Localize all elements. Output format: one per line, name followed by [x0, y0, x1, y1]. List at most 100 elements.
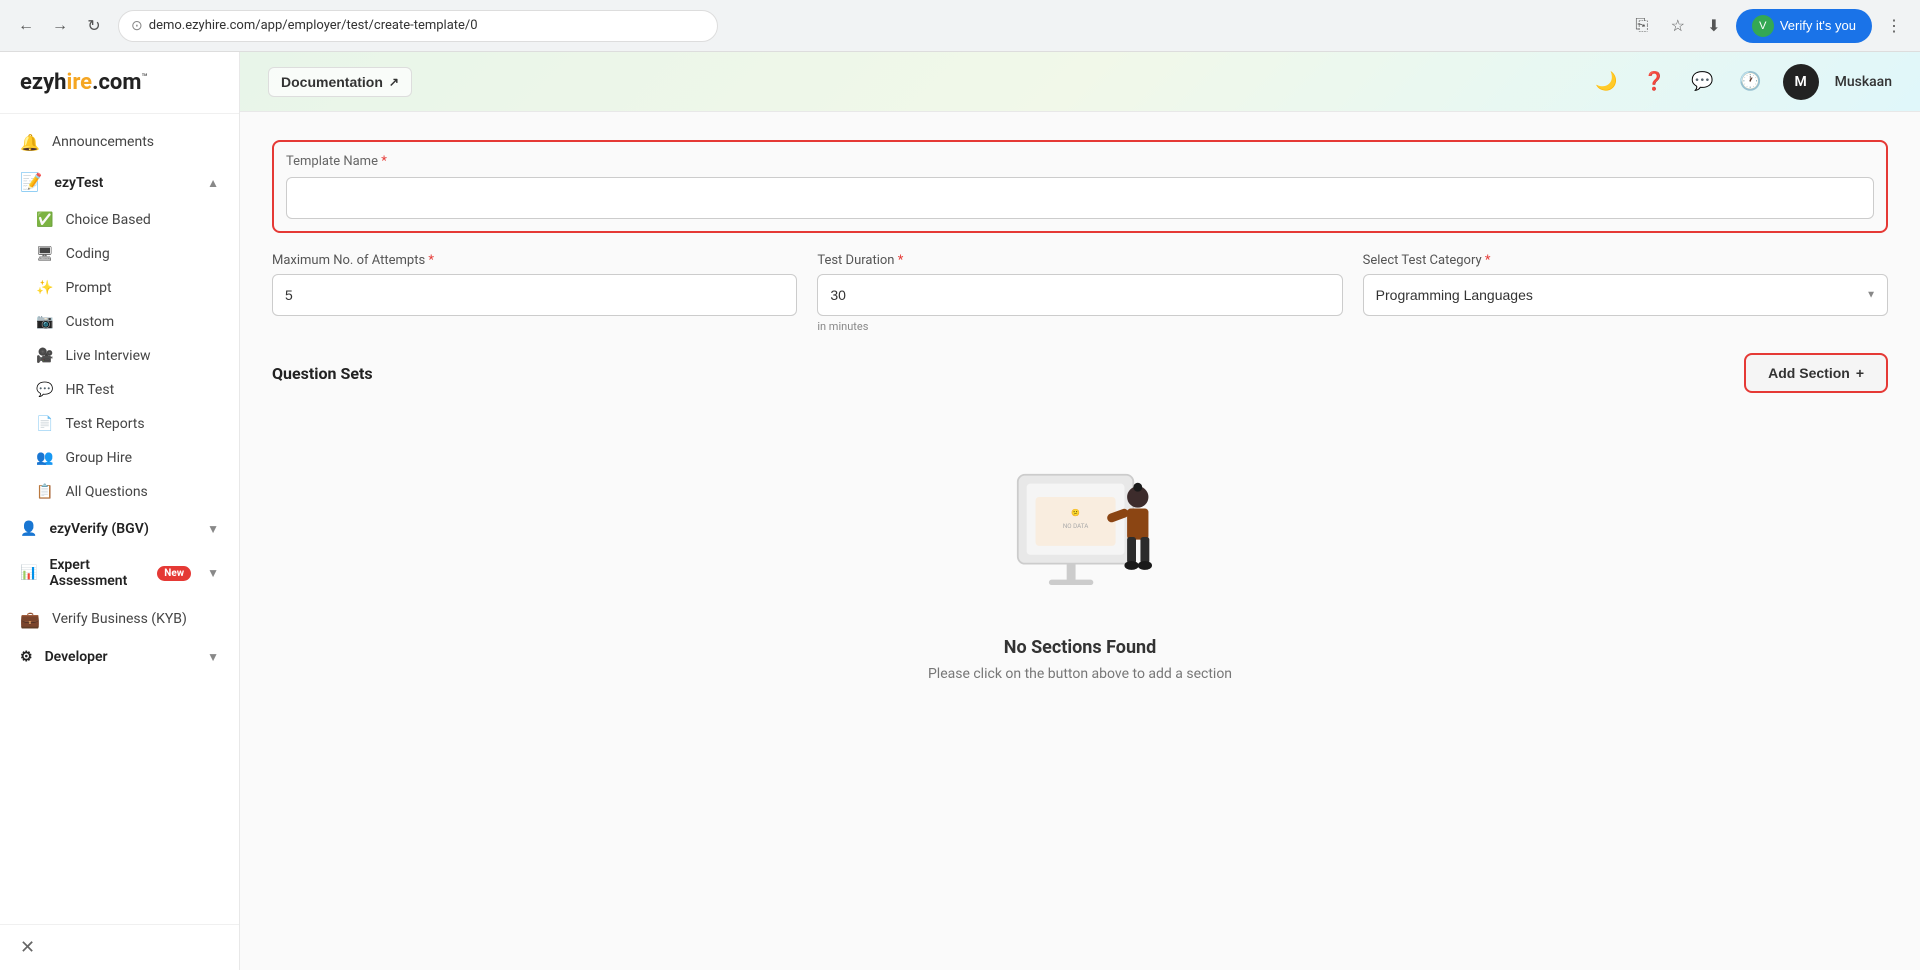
- developer-label: Developer: [45, 649, 108, 665]
- template-name-box: Template Name *: [272, 140, 1888, 233]
- main-content: Documentation ↗ 🌙 ❓ 💬 🕐 M Muskaan Templa…: [240, 52, 1920, 970]
- history-button[interactable]: 🕐: [1735, 66, 1767, 98]
- announcements-label: Announcements: [52, 134, 154, 150]
- add-section-button[interactable]: Add Section +: [1744, 353, 1888, 393]
- add-section-plus-icon: +: [1856, 365, 1864, 381]
- ezybgv-icon: 👤: [20, 521, 37, 537]
- verify-browser-button[interactable]: V Verify it's you: [1736, 9, 1872, 43]
- top-bar-actions: 🌙 ❓ 💬 🕐 M Muskaan: [1591, 64, 1892, 100]
- sidebar-item-test-reports[interactable]: 📄 Test Reports: [0, 407, 239, 441]
- group-hire-label: Group Hire: [65, 450, 132, 466]
- sidebar-item-expert-assessment[interactable]: 📊 Expert Assessment New ▼: [0, 547, 239, 599]
- verify-business-icon: 💼: [20, 609, 40, 629]
- app-container: ezyhire.com™ 🔔 Announcements 📝 ezyTest ▲…: [0, 52, 1920, 970]
- ezytest-subitems: ✅ Choice Based 🖥 Coding ✨ Prompt 📷 Custo…: [0, 203, 239, 509]
- test-reports-label: Test Reports: [65, 416, 144, 432]
- top-bar: Documentation ↗ 🌙 ❓ 💬 🕐 M Muskaan: [240, 52, 1920, 112]
- sidebar-item-coding[interactable]: 🖥 Coding: [0, 237, 239, 271]
- verify-avatar: V: [1752, 15, 1774, 37]
- test-category-select-wrapper: Programming Languages Data Structures Al…: [1363, 274, 1888, 316]
- forward-button[interactable]: →: [46, 12, 74, 40]
- help-button[interactable]: ❓: [1639, 66, 1671, 98]
- expert-assessment-icon: 📊: [20, 565, 37, 581]
- test-category-col: Select Test Category * Programming Langu…: [1363, 253, 1888, 316]
- sidebar-item-developer[interactable]: ⚙ Developer ▼: [0, 639, 239, 675]
- coding-icon: 🖥: [36, 246, 54, 262]
- browser-chrome: ← → ↻ ⊙ demo.ezyhire.com/app/employer/te…: [0, 0, 1920, 52]
- user-initial: M: [1794, 74, 1806, 90]
- address-bar[interactable]: ⊙ demo.ezyhire.com/app/employer/test/cre…: [118, 10, 718, 42]
- messages-button[interactable]: 💬: [1687, 66, 1719, 98]
- ezytest-chevron-icon: ▲: [207, 176, 219, 190]
- test-duration-col: Test Duration * in minutes: [817, 253, 1342, 333]
- url-text: demo.ezyhire.com/app/employer/test/creat…: [149, 18, 478, 33]
- verify-btn-label: Verify it's you: [1780, 18, 1856, 33]
- question-sets-title: Question Sets: [272, 364, 373, 383]
- hr-test-icon: 💬: [36, 382, 53, 398]
- template-name-required: *: [381, 154, 387, 169]
- logo-area: ezyhire.com™: [0, 52, 239, 114]
- test-duration-label: Test Duration *: [817, 253, 1342, 268]
- sidebar: ezyhire.com™ 🔔 Announcements 📝 ezyTest ▲…: [0, 52, 240, 970]
- logo-text: ezyhire.com™: [20, 70, 148, 95]
- test-category-select[interactable]: Programming Languages Data Structures Al…: [1363, 274, 1888, 316]
- sidebar-item-live-interview[interactable]: 🎥 Live Interview: [0, 339, 239, 373]
- test-duration-note: in minutes: [817, 320, 1342, 333]
- reload-button[interactable]: ↻: [80, 12, 108, 40]
- test-duration-input[interactable]: [817, 274, 1342, 316]
- browser-actions: ⎘ ☆ ⬇ V Verify it's you ⋮: [1628, 9, 1908, 43]
- sidebar-item-custom[interactable]: 📷 Custom: [0, 305, 239, 339]
- sidebar-item-hr-test[interactable]: 💬 HR Test: [0, 373, 239, 407]
- all-questions-icon: 📋: [36, 484, 53, 500]
- cast-button[interactable]: ⎘: [1628, 12, 1656, 40]
- developer-icon: ⚙: [20, 649, 33, 665]
- sidebar-item-all-questions[interactable]: 📋 All Questions: [0, 475, 239, 509]
- expert-assessment-badge: New: [157, 566, 191, 581]
- choice-based-icon: ✅: [36, 212, 53, 228]
- sidebar-item-prompt[interactable]: ✨ Prompt: [0, 271, 239, 305]
- menu-button[interactable]: ⋮: [1880, 12, 1908, 40]
- sidebar-bottom: ✕: [0, 924, 239, 970]
- bookmark-button[interactable]: ☆: [1664, 12, 1692, 40]
- sidebar-item-verify-business[interactable]: 💼 Verify Business (KYB): [0, 599, 239, 639]
- choice-based-label: Choice Based: [65, 212, 150, 228]
- custom-label: Custom: [65, 314, 114, 330]
- browser-nav-buttons: ← → ↻: [12, 12, 108, 40]
- empty-state: 😕 NO DATA No Secti: [272, 417, 1888, 722]
- logo: ezyhire.com™: [20, 70, 219, 95]
- sidebar-item-group-hire[interactable]: 👥 Group Hire: [0, 441, 239, 475]
- close-icon: ✕: [20, 937, 35, 958]
- download-button[interactable]: ⬇: [1700, 12, 1728, 40]
- prompt-icon: ✨: [36, 280, 53, 296]
- sidebar-item-choice-based[interactable]: ✅ Choice Based: [0, 203, 239, 237]
- coding-label: Coding: [66, 246, 110, 262]
- dark-mode-button[interactable]: 🌙: [1591, 66, 1623, 98]
- user-avatar[interactable]: M: [1783, 64, 1819, 100]
- svg-text:NO DATA: NO DATA: [1063, 522, 1088, 530]
- question-sets-header: Question Sets Add Section +: [272, 353, 1888, 393]
- ezybgv-label: ezyVerify (BGV): [49, 521, 148, 537]
- documentation-button[interactable]: Documentation ↗: [268, 67, 412, 97]
- form-fields-row: Maximum No. of Attempts * Test Duration …: [272, 253, 1888, 333]
- live-interview-label: Live Interview: [65, 348, 150, 364]
- live-interview-icon: 🎥: [36, 348, 53, 364]
- empty-illustration: 😕 NO DATA: [980, 457, 1180, 617]
- expert-assessment-chevron-icon: ▼: [207, 566, 219, 580]
- max-attempts-input[interactable]: [272, 274, 797, 316]
- svg-text:😕: 😕: [1071, 508, 1080, 517]
- user-name: Muskaan: [1835, 74, 1892, 90]
- sidebar-item-announcements[interactable]: 🔔 Announcements: [0, 122, 239, 162]
- template-name-input[interactable]: [286, 177, 1874, 219]
- max-attempts-col: Maximum No. of Attempts *: [272, 253, 797, 316]
- back-button[interactable]: ←: [12, 12, 40, 40]
- close-sidebar-button[interactable]: ✕: [20, 937, 219, 958]
- sidebar-item-ezytest[interactable]: 📝 ezyTest ▲: [0, 162, 239, 203]
- ezybgv-chevron-icon: ▼: [207, 522, 219, 536]
- sidebar-item-ezybgv[interactable]: 👤 ezyVerify (BGV) ▼: [0, 509, 239, 547]
- group-hire-icon: 👥: [36, 450, 53, 466]
- verify-business-label: Verify Business (KYB): [52, 611, 187, 627]
- documentation-label: Documentation: [281, 74, 383, 90]
- form-area: Template Name * Maximum No. of Attempts …: [240, 112, 1920, 970]
- hr-test-label: HR Test: [65, 382, 114, 398]
- prompt-label: Prompt: [65, 280, 111, 296]
